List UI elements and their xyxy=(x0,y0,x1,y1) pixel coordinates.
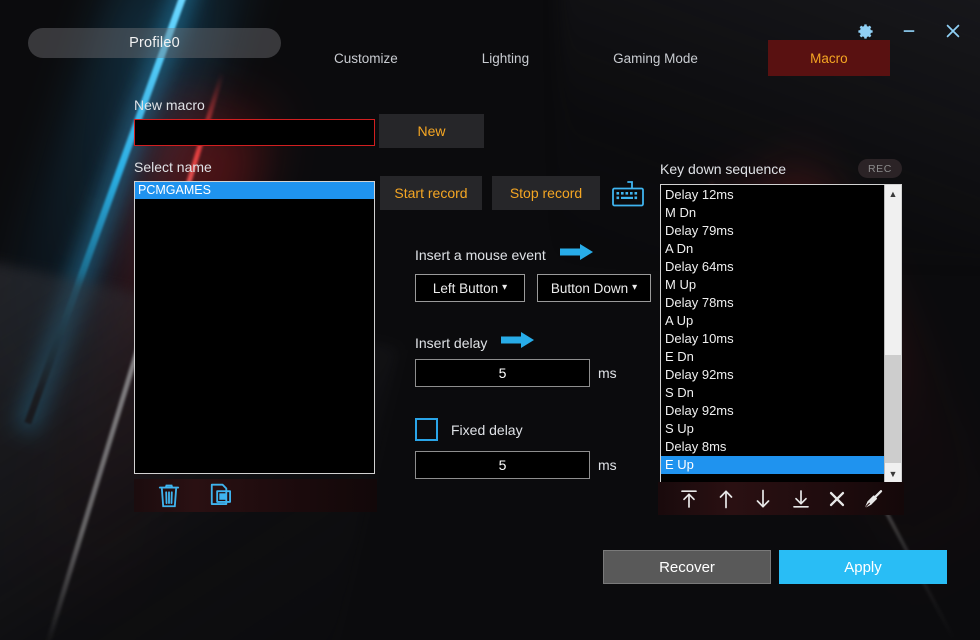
key-sequence-toolbar xyxy=(658,482,904,515)
key-sequence-list-wrapper: Delay 12ms M Dn Delay 79ms A Dn Delay 64ms M … xyxy=(660,184,902,483)
tab-gaming-mode-label: Gaming Mode xyxy=(613,50,698,66)
insert-mouse-event-label: Insert a mouse event xyxy=(415,246,546,263)
fixed-delay-input-row: ms xyxy=(415,451,617,479)
settings-gear-icon[interactable] xyxy=(852,18,878,44)
list-item[interactable]: S Dn xyxy=(661,384,884,402)
scrollbar-thumb[interactable] xyxy=(885,355,901,463)
fixed-delay-checkbox[interactable]: Fixed delay xyxy=(415,418,523,441)
chevron-down-icon: ▾ xyxy=(632,282,638,293)
rec-status-badge: REC xyxy=(858,159,902,178)
list-item[interactable]: Delay 92ms xyxy=(661,402,884,420)
move-up-icon[interactable] xyxy=(714,487,738,511)
mouse-button-select-value: Left Button xyxy=(432,280,499,296)
tab-customize[interactable]: Customize xyxy=(320,40,412,76)
list-item[interactable]: A Dn xyxy=(661,240,884,258)
move-to-top-icon[interactable] xyxy=(677,487,701,511)
key-sequence-label: Key down sequence xyxy=(660,160,787,177)
profile-selector[interactable]: Profile0 xyxy=(28,28,281,58)
move-to-bottom-icon[interactable] xyxy=(789,487,813,511)
list-item[interactable]: Delay 8ms xyxy=(661,438,884,456)
macro-list-toolbar xyxy=(134,479,377,512)
tab-macro[interactable]: Macro xyxy=(767,40,890,76)
list-item[interactable]: Delay 79ms xyxy=(661,222,884,240)
move-down-icon[interactable] xyxy=(751,487,775,511)
list-item[interactable]: E Dn xyxy=(661,348,884,366)
macro-name-list[interactable]: PCMGAMES xyxy=(134,181,375,474)
delete-entry-icon[interactable] xyxy=(826,488,848,510)
new-macro-input[interactable] xyxy=(134,119,375,146)
minimize-icon[interactable] xyxy=(896,18,922,44)
insert-delay-label: Insert delay xyxy=(415,334,488,351)
arrow-right-icon[interactable] xyxy=(501,331,535,354)
scroll-up-arrow-icon[interactable]: ▲ xyxy=(885,185,901,202)
arrow-right-icon[interactable] xyxy=(559,243,594,266)
copy-macro-icon[interactable] xyxy=(208,482,236,510)
list-item[interactable]: Delay 78ms xyxy=(661,294,884,312)
recover-button[interactable]: Recover xyxy=(603,550,771,584)
insert-delay-row: Insert delay xyxy=(415,331,535,354)
insert-delay-input-row: ms xyxy=(415,359,617,387)
list-item[interactable]: Delay 10ms xyxy=(661,330,884,348)
main-nav: Customize Lighting Gaming Mode Macro xyxy=(320,40,890,76)
tab-customize-label: Customize xyxy=(334,50,398,66)
mouse-action-select-value: Button Down xyxy=(550,280,629,296)
new-macro-label: New macro xyxy=(134,97,205,113)
insert-delay-unit: ms xyxy=(598,365,617,381)
tab-macro-label: Macro xyxy=(810,50,848,66)
tab-gaming-mode[interactable]: Gaming Mode xyxy=(599,40,712,76)
list-item[interactable]: M Dn xyxy=(661,204,884,222)
fixed-delay-unit: ms xyxy=(598,457,617,473)
clear-all-icon[interactable] xyxy=(861,487,885,511)
list-item[interactable]: Delay 12ms xyxy=(661,186,884,204)
profile-label: Profile0 xyxy=(129,35,180,51)
key-sequence-header: Key down sequence REC xyxy=(660,159,902,178)
select-name-label: Select name xyxy=(134,159,212,175)
tab-lighting-label: Lighting xyxy=(481,50,530,66)
title-bar: Profile0 Customize Lighting Gaming Mode … xyxy=(0,0,980,80)
scroll-down-arrow-icon[interactable]: ▼ xyxy=(885,465,901,482)
fixed-delay-label: Fixed delay xyxy=(451,421,523,438)
apply-button[interactable]: Apply xyxy=(779,550,947,584)
window-controls xyxy=(852,18,966,44)
key-sequence-section: Key down sequence REC Delay 12ms M Dn Dela… xyxy=(660,159,902,483)
list-item[interactable]: A Up xyxy=(661,312,884,330)
key-sequence-scrollbar[interactable]: ▲ ▼ xyxy=(884,185,901,482)
scrollbar-track[interactable] xyxy=(885,202,901,465)
list-item[interactable]: E Up xyxy=(661,456,884,474)
list-item[interactable]: PCMGAMES xyxy=(135,182,374,199)
insert-delay-input[interactable] xyxy=(415,359,590,387)
list-item[interactable]: Delay 64ms xyxy=(661,258,884,276)
tab-lighting[interactable]: Lighting xyxy=(468,40,543,76)
select-name-section: Select name PCMGAMES xyxy=(134,159,375,474)
list-item[interactable]: Delay 92ms xyxy=(661,366,884,384)
mouse-event-selects: Left Button ▾ Button Down ▾ xyxy=(415,274,651,302)
chevron-down-icon: ▾ xyxy=(502,282,508,293)
app-window: Profile0 Customize Lighting Gaming Mode … xyxy=(0,0,980,640)
mouse-button-select[interactable]: Left Button ▾ xyxy=(415,274,525,302)
mouse-action-select[interactable]: Button Down ▾ xyxy=(537,274,651,302)
new-macro-button[interactable]: New xyxy=(379,114,484,148)
key-sequence-list[interactable]: Delay 12ms M Dn Delay 79ms A Dn Delay 64ms M … xyxy=(661,185,884,482)
fixed-delay-input[interactable] xyxy=(415,451,590,479)
close-icon[interactable] xyxy=(940,18,966,44)
insert-mouse-event-row: Insert a mouse event xyxy=(415,243,594,266)
list-item[interactable]: S Up xyxy=(661,420,884,438)
new-macro-section: New macro xyxy=(134,97,375,146)
list-item[interactable]: M Up xyxy=(661,276,884,294)
start-record-button[interactable]: Start record xyxy=(380,176,482,210)
checkbox-box-icon xyxy=(415,418,438,441)
keyboard-icon[interactable] xyxy=(610,180,646,215)
stop-record-button[interactable]: Stop record xyxy=(492,176,600,210)
delete-macro-icon[interactable] xyxy=(156,482,182,510)
